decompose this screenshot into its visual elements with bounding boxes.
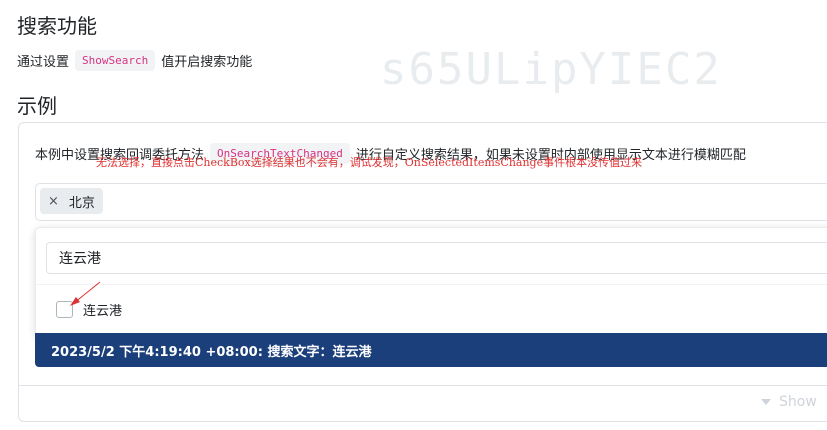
- remove-tag-icon[interactable]: ×: [48, 194, 59, 209]
- tag-label: 北京: [68, 195, 95, 211]
- log-output: 2023/5/2 下午4:19:40 +08:00: 搜索文字：连云港: [35, 333, 827, 367]
- intro-suffix: 值开启搜索功能: [161, 55, 253, 70]
- annotation-text: 无法选择，直接点击CheckBox选择结果也不会有，调试发现，OnSelecte…: [96, 156, 643, 169]
- option-label: 连云港: [83, 304, 123, 319]
- example-title: 示例: [17, 94, 57, 118]
- watermark: s65ULipYIEC2: [380, 44, 722, 95]
- section-title: 搜索功能: [17, 14, 97, 38]
- option-checkbox[interactable]: [56, 301, 73, 318]
- code-snippet: ShowSearch: [75, 50, 156, 71]
- dropdown-option[interactable]: 连云港: [56, 300, 122, 319]
- intro-text: 通过设置 ShowSearch 值开启搜索功能: [17, 50, 252, 71]
- multi-select[interactable]: × 北京: [35, 183, 827, 221]
- selected-tag: × 北京: [40, 188, 103, 214]
- search-input[interactable]: [46, 242, 827, 274]
- caret-down-icon: [761, 399, 771, 405]
- show-code-button[interactable]: Show: [761, 394, 817, 410]
- dropdown-menu: 连云港: [35, 227, 827, 337]
- intro-prefix: 通过设置: [17, 55, 70, 70]
- divider: [36, 284, 827, 285]
- show-label: Show: [779, 394, 817, 410]
- divider: [19, 385, 827, 386]
